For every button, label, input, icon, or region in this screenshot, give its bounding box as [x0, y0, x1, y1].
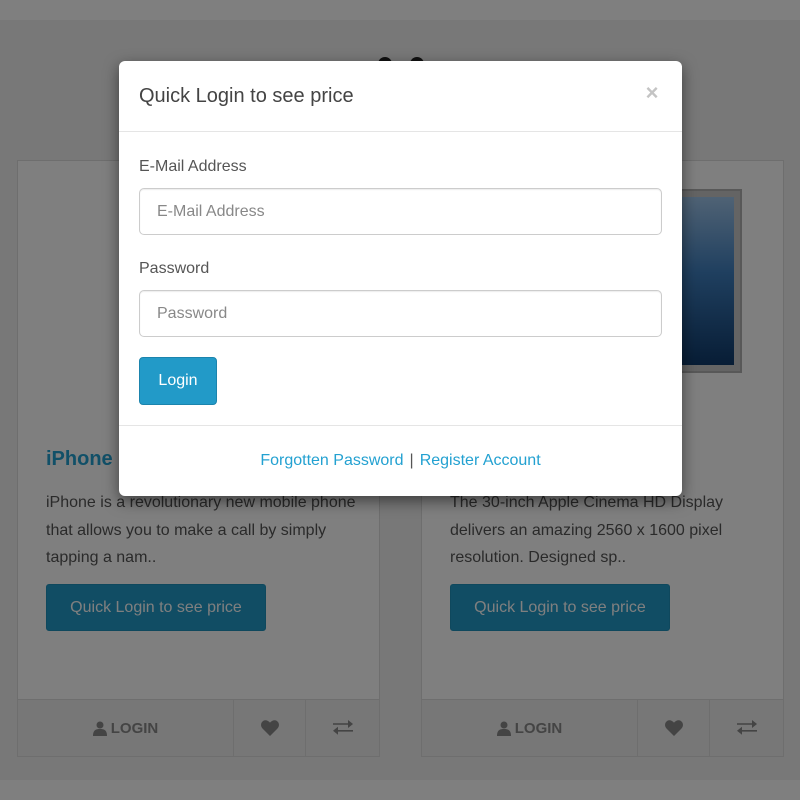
forgotten-password-link[interactable]: Forgotten Password — [260, 452, 403, 470]
quick-login-modal: Quick Login to see price × E-Mail Addres… — [119, 61, 682, 496]
close-icon[interactable]: × — [640, 81, 664, 105]
register-account-link[interactable]: Register Account — [420, 452, 541, 470]
login-submit-button[interactable]: Login — [139, 357, 217, 405]
modal-title: Quick Login to see price — [139, 85, 354, 107]
password-label: Password — [139, 260, 210, 277]
modal-header: Quick Login to see price × — [119, 61, 682, 132]
link-separator: | — [409, 452, 414, 469]
password-input[interactable] — [139, 290, 662, 337]
email-input[interactable] — [139, 188, 662, 235]
modal-footer: Forgotten Password | Register Account — [119, 425, 682, 496]
email-label: E-Mail Address — [139, 158, 247, 175]
